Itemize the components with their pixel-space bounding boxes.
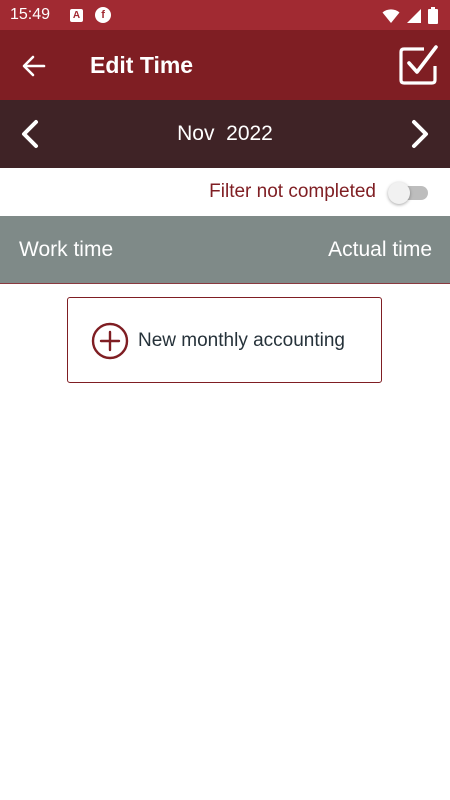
status-bar: 15:49 A f [0, 0, 450, 30]
status-time: 15:49 [10, 6, 51, 23]
column-header-work-time: Work time [19, 238, 114, 261]
checkbox-checked-icon [399, 45, 438, 85]
new-monthly-accounting-label: New monthly accounting [138, 330, 345, 351]
chevron-left-icon [22, 120, 38, 148]
previous-month-button[interactable] [18, 119, 44, 149]
table-header: Work time Actual time [0, 216, 450, 284]
current-month-label[interactable]: Nov 2022 [177, 122, 273, 146]
back-button[interactable] [20, 52, 48, 80]
column-header-actual-time: Actual time [328, 238, 432, 261]
filter-label: Filter not completed [209, 181, 376, 202]
filter-toggle[interactable] [388, 182, 430, 204]
app-a-icon: A [70, 8, 84, 22]
system-icons [382, 7, 438, 24]
new-monthly-accounting-button[interactable]: New monthly accounting [67, 297, 382, 383]
battery-icon [428, 7, 438, 24]
arrow-left-icon [22, 55, 46, 77]
app-bar: Edit Time [0, 30, 450, 100]
month-selector: Nov 2022 [0, 100, 450, 168]
plus-circle-icon [91, 322, 129, 360]
page-title: Edit Time [90, 52, 194, 78]
confirm-button[interactable] [398, 44, 440, 86]
wifi-icon [382, 8, 400, 23]
notification-icons: A f [70, 7, 112, 23]
toggle-thumb [388, 182, 410, 204]
next-month-button[interactable] [406, 119, 432, 149]
filter-row: Filter not completed [0, 168, 450, 216]
signal-icon [407, 8, 421, 23]
app-f-icon: f [95, 7, 112, 23]
chevron-right-icon [412, 120, 428, 148]
